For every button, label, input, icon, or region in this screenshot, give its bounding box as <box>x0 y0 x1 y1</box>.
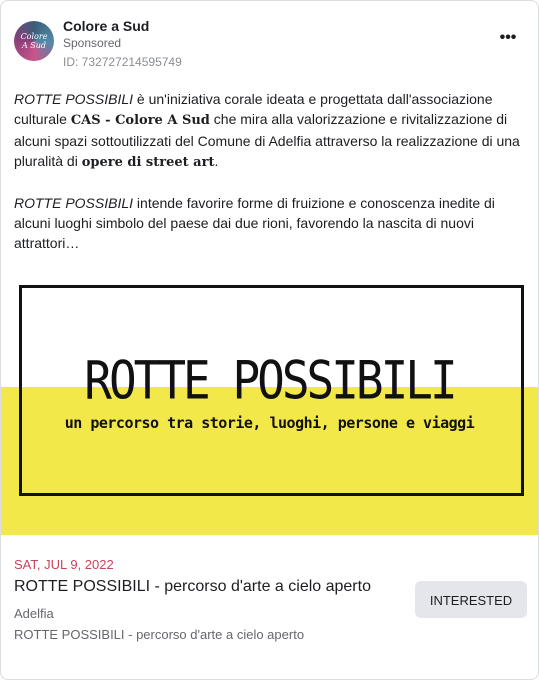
project-name-italic: ROTTE POSSIBILI <box>14 195 134 211</box>
body-paragraph-2: ROTTE POSSIBILI intende favorire forme d… <box>14 193 528 253</box>
association-name-bold: CAS - Colore A Sud <box>70 113 210 128</box>
event-info: SAT, JUL 9, 2022 ROTTE POSSIBILI - perco… <box>14 557 528 657</box>
event-title[interactable]: ROTTE POSSIBILI - percorso d'arte a ciel… <box>14 578 371 596</box>
avatar-text-line2: A Sud <box>21 41 47 50</box>
event-subtitle: ROTTE POSSIBILI - percorso d'arte a ciel… <box>14 627 305 642</box>
advertiser-name[interactable]: Colore a Sud <box>63 18 149 34</box>
ad-card: Colore A Sud Colore a Sud Sponsored ID: … <box>0 0 539 680</box>
interested-button[interactable]: INTERESTED <box>415 581 527 618</box>
avatar-text-line1: Colore <box>20 32 48 41</box>
ad-banner-image[interactable]: ROTTE POSSIBILI un percorso tra storie, … <box>1 252 538 535</box>
sponsored-label: Sponsored <box>63 36 122 50</box>
ad-id: ID: 732727214595749 <box>63 55 182 69</box>
more-options-icon[interactable]: ••• <box>494 28 522 48</box>
project-name-italic: ROTTE POSSIBILI <box>14 91 134 107</box>
advertiser-avatar[interactable]: Colore A Sud <box>14 21 54 61</box>
ad-header: Colore A Sud Colore a Sud Sponsored ID: … <box>14 18 529 69</box>
event-date: SAT, JUL 9, 2022 <box>14 557 114 572</box>
banner-title: ROTTE POSSIBILI <box>84 348 457 412</box>
body-text-segment: . <box>214 153 219 169</box>
event-location: Adelfia <box>14 606 54 621</box>
banner-subtitle: un percorso tra storie, luoghi, persone … <box>64 414 475 432</box>
street-art-bold: opere di street art <box>81 155 215 170</box>
body-paragraph-1: ROTTE POSSIBILI è un'iniziativa corale i… <box>14 89 528 173</box>
ad-body-text: ROTTE POSSIBILI è un'iniziativa corale i… <box>14 89 528 273</box>
